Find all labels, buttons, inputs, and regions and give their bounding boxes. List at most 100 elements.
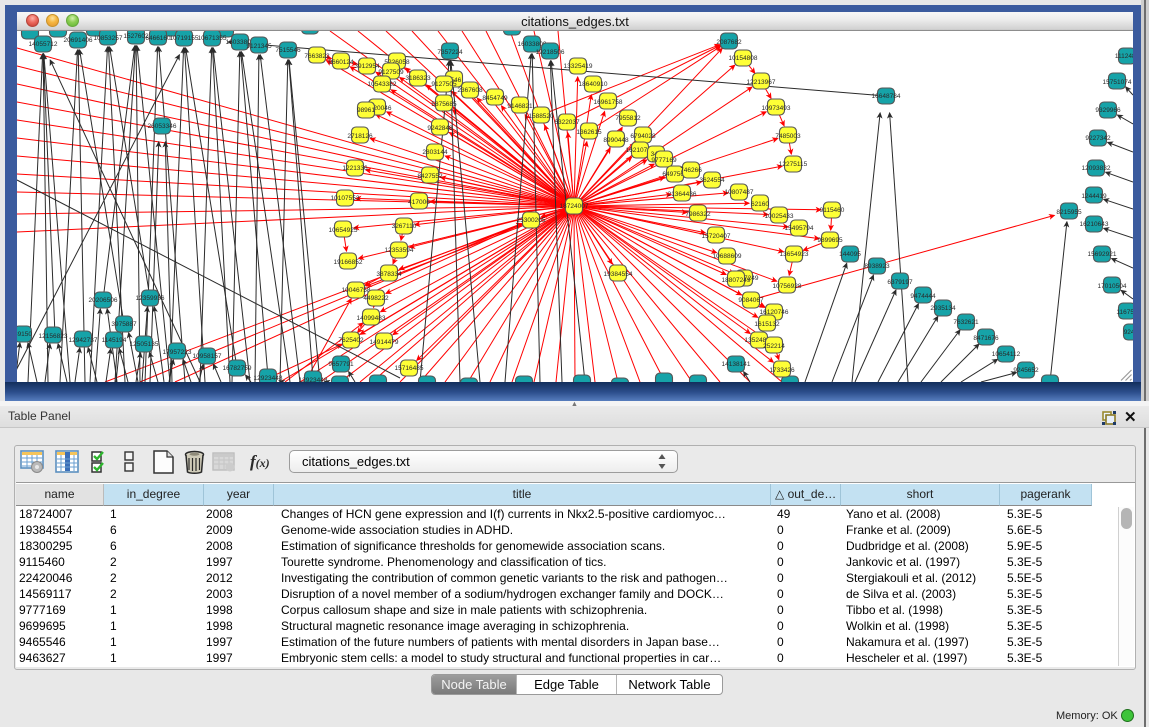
svg-text:10154808: 10154808	[729, 55, 758, 62]
svg-text:6322037: 6322037	[554, 119, 580, 126]
svg-text:5875685: 5875685	[431, 101, 457, 108]
svg-text:2803144: 2803144	[422, 149, 448, 156]
svg-text:18724007: 18724007	[560, 203, 589, 210]
svg-text:10807487: 10807487	[725, 189, 754, 196]
svg-text:8471676: 8471676	[973, 335, 999, 342]
svg-text:7986322: 7986322	[685, 211, 711, 218]
svg-text:10107553: 10107553	[331, 195, 360, 202]
svg-text:3912954: 3912954	[354, 63, 380, 70]
svg-text:9777169: 9777169	[651, 157, 677, 164]
svg-text:16648784: 16648784	[872, 93, 901, 100]
svg-text:62160: 62160	[751, 201, 769, 208]
svg-text:12275115: 12275115	[779, 161, 808, 168]
svg-text:12942737: 12942737	[69, 337, 98, 344]
svg-text:10853257: 10853257	[94, 35, 123, 42]
svg-text:9245652: 9245652	[1013, 367, 1039, 374]
svg-text:10046758: 10046758	[342, 287, 371, 294]
svg-text:17957223: 17957223	[163, 349, 192, 356]
svg-text:17010504: 17010504	[1098, 283, 1127, 290]
svg-text:1112480: 1112480	[1115, 53, 1133, 60]
svg-text:7357224: 7357224	[437, 49, 463, 56]
svg-text:144095: 144095	[839, 251, 861, 258]
svg-text:8427552: 8427552	[417, 173, 443, 180]
svg-text:3186323: 3186323	[405, 75, 431, 82]
svg-text:7632621: 7632621	[953, 319, 979, 326]
svg-text:9127509: 9127509	[378, 69, 404, 76]
svg-text:3267110: 3267110	[392, 223, 417, 230]
svg-text:10719155: 10719155	[170, 35, 199, 42]
svg-text:21364436: 21364436	[668, 191, 697, 198]
svg-text:9121345: 9121345	[246, 43, 272, 50]
svg-text:9245): 9245)	[1124, 329, 1133, 336]
svg-text:9474444: 9474444	[910, 293, 936, 300]
svg-text:417006: 417006	[408, 199, 430, 206]
svg-text:10543382: 10543382	[368, 81, 397, 88]
svg-text:7485003: 7485003	[775, 133, 801, 140]
svg-text:746266: 746266	[680, 167, 702, 174]
svg-text:7625402: 7625402	[338, 337, 364, 344]
svg-text:2718126: 2718126	[347, 133, 373, 140]
svg-text:14914479: 14914479	[370, 339, 399, 346]
svg-text:8990448: 8990448	[603, 137, 629, 144]
svg-text:9242848: 9242848	[427, 125, 453, 132]
svg-text:8215955: 8215955	[1056, 209, 1082, 216]
svg-text:12923448: 12923448	[254, 375, 283, 382]
svg-text:9329966: 9329966	[1095, 107, 1121, 114]
svg-text:12353594: 12353594	[385, 247, 414, 254]
svg-text:10756928: 10756928	[773, 283, 802, 290]
svg-text:16782759: 16782759	[223, 365, 252, 372]
svg-text:9115460: 9115460	[820, 207, 845, 214]
svg-text:12093832: 12093832	[1082, 165, 1111, 172]
svg-text:7663822: 7663822	[304, 53, 330, 60]
svg-text:9657791: 9657791	[328, 361, 354, 368]
svg-text:20691406: 20691406	[64, 37, 93, 44]
svg-text:1221336: 1221336	[342, 165, 368, 172]
svg-text:9127505: 9127505	[431, 81, 457, 88]
svg-text:18640910: 18640910	[579, 81, 608, 88]
svg-text:6794028: 6794028	[630, 133, 656, 140]
svg-text:1145194: 1145194	[102, 337, 127, 344]
svg-text:15716485: 15716485	[395, 365, 424, 372]
svg-text:25300205: 25300205	[517, 217, 546, 224]
svg-text:10025433: 10025433	[765, 213, 794, 220]
svg-text:39150: 39150	[17, 331, 32, 338]
svg-text:19166852: 19166852	[334, 259, 363, 266]
svg-text:18807249: 18807249	[722, 277, 751, 284]
svg-text:6379197: 6379197	[887, 279, 913, 286]
svg-text:12923448: 12923448	[299, 377, 328, 382]
svg-text:1588520: 1588520	[528, 113, 554, 120]
svg-text:13325419: 13325419	[564, 63, 593, 70]
svg-text:10958157: 10958157	[193, 353, 222, 360]
svg-text:26053346: 26053346	[148, 123, 177, 130]
svg-text:16210643: 16210643	[1080, 221, 1109, 228]
svg-text:1615132: 1615132	[754, 321, 780, 328]
svg-text:3624554: 3624554	[699, 177, 725, 184]
svg-text:19218506: 19218506	[536, 49, 565, 56]
svg-text:98961: 98961	[357, 107, 375, 114]
svg-text:252214: 252214	[763, 343, 785, 350]
svg-text:9084067: 9084067	[738, 297, 764, 304]
svg-text:2935134: 2935134	[930, 305, 956, 312]
svg-text:1733426: 1733426	[769, 367, 795, 374]
svg-text:12213967: 12213967	[747, 79, 776, 86]
svg-text:20206506: 20206506	[89, 297, 118, 304]
svg-text:15692921: 15692921	[1088, 251, 1117, 258]
svg-text:10973493: 10973493	[762, 105, 791, 112]
svg-text:15720407: 15720407	[702, 233, 731, 240]
svg-text:12505135: 12505135	[130, 341, 159, 348]
svg-text:14099483: 14099483	[357, 315, 386, 322]
svg-text:14138141: 14138141	[722, 361, 751, 368]
svg-text:7515546: 7515546	[275, 47, 301, 54]
svg-text:1244419: 1244419	[1081, 193, 1107, 200]
svg-text:4498222: 4498222	[363, 295, 389, 302]
svg-text:6466160: 6466160	[145, 35, 171, 42]
svg-text:12359936: 12359936	[136, 295, 165, 302]
svg-text:16961758: 16961758	[594, 99, 623, 106]
svg-text:10654112: 10654112	[992, 351, 1021, 358]
svg-text:9899695: 9899695	[817, 237, 843, 244]
svg-text:10688609: 10688609	[713, 253, 742, 260]
svg-text:2087682: 2087682	[716, 39, 742, 46]
svg-text:116753: 116753	[1116, 309, 1133, 316]
svg-text:10654925: 10654925	[329, 227, 358, 234]
svg-text:8938923: 8938923	[864, 263, 890, 270]
